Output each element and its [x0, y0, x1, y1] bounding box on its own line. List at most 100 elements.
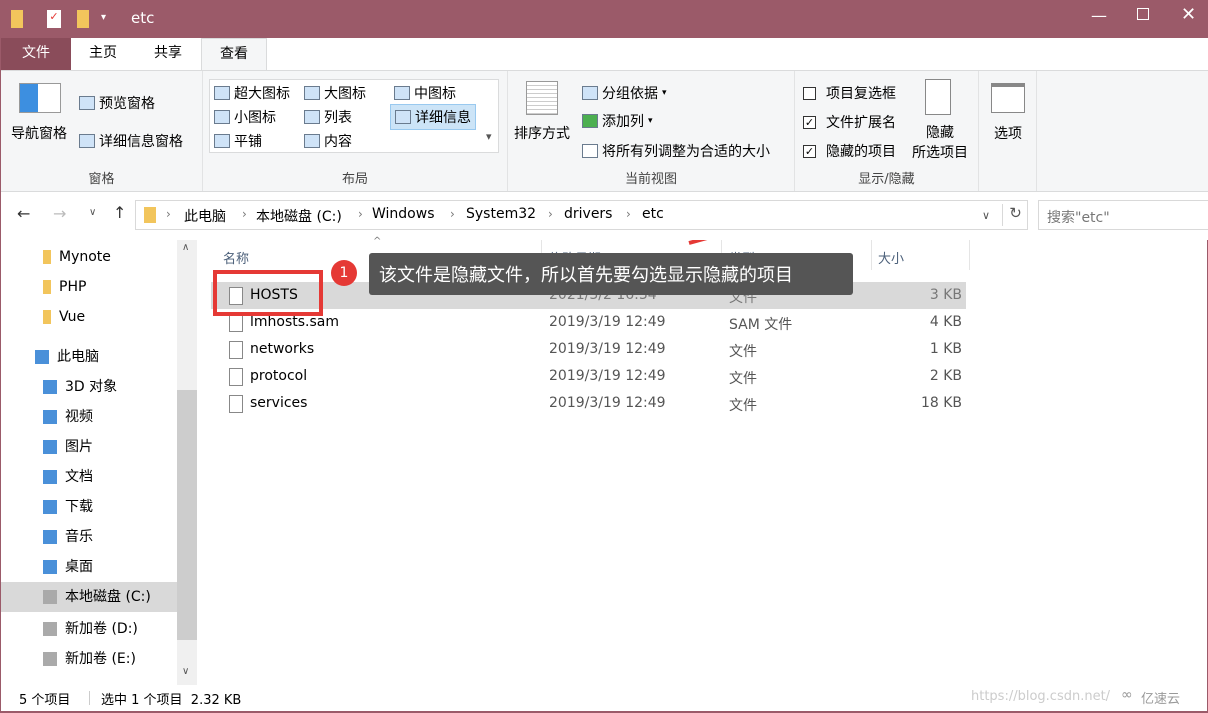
ribbon: 导航窗格 预览窗格 详细信息窗格 窗格 超大图标 大图标 中图标 小图标 列表 … [1, 70, 1208, 245]
folder-icon [144, 207, 156, 223]
layout-list[interactable]: 列表 [304, 107, 352, 127]
scroll-up-icon[interactable]: ∧ [182, 242, 189, 253]
file-row[interactable]: protocol 2019/3/19 12:49 文件 2 KB [211, 363, 966, 390]
tab-share[interactable]: 共享 [135, 38, 201, 70]
column-divider [871, 240, 872, 270]
sidebar-item[interactable]: 本地磁盘 (C:) [1, 582, 177, 612]
desktop-icon [43, 560, 57, 574]
content-icon [304, 134, 320, 148]
address-bar[interactable]: › 此电脑 › 本地磁盘 (C:) › Windows › System32 ›… [135, 200, 1028, 230]
options-button[interactable]: 选项 [979, 123, 1037, 143]
hidden-items-toggle[interactable]: ✓ 隐藏的项目 [803, 141, 896, 161]
sidebar-item[interactable]: 此电脑 [1, 342, 177, 372]
sidebar-item[interactable]: 图片 [1, 432, 177, 462]
gallery-more-icon[interactable]: ▾ [486, 130, 492, 143]
layout-small[interactable]: 小图标 [214, 107, 276, 127]
file-size: 2 KB [929, 368, 962, 384]
maximize-button[interactable] [1137, 8, 1149, 20]
sidebar-item[interactable]: 音乐 [1, 522, 177, 552]
sidebar-item-label: 3D 对象 [65, 379, 118, 395]
layout-content[interactable]: 内容 [304, 131, 352, 151]
column-header-size[interactable]: 大小 [878, 248, 904, 267]
file-row[interactable]: services 2019/3/19 12:49 文件 18 KB [211, 390, 966, 417]
checkbox-checked[interactable]: ✓ [803, 115, 816, 129]
preview-pane-button[interactable]: 预览窗格 [79, 93, 155, 113]
layout-label: 内容 [324, 134, 352, 150]
sidebar-item[interactable]: 3D 对象 [1, 372, 177, 402]
file-icon [229, 341, 243, 359]
new-folder-icon[interactable] [77, 10, 89, 28]
sidebar-item[interactable]: 新加卷 (E:) [1, 644, 177, 674]
highlight-box [213, 270, 323, 316]
crumb-drivers[interactable]: drivers [564, 206, 612, 222]
sidebar-item[interactable]: 文档 [1, 462, 177, 492]
file-extensions-toggle[interactable]: ✓ 文件扩展名 [803, 112, 896, 132]
tab-file[interactable]: 文件 [1, 38, 71, 70]
chevron-right-icon: › [450, 207, 455, 221]
navigation-pane-button[interactable]: 导航窗格 [11, 123, 67, 143]
minimize-button[interactable]: — [1091, 6, 1107, 25]
sidebar-scrollbar[interactable]: ∧ ∨ [177, 240, 197, 685]
computer-icon [35, 350, 49, 364]
crumb-windows[interactable]: Windows [372, 206, 435, 222]
crumb-this-pc[interactable]: 此电脑 [184, 206, 226, 226]
sidebar-item-label: 新加卷 (D:) [65, 621, 138, 637]
divider [89, 691, 90, 705]
add-column-button[interactable]: 添加列 ▾ [582, 111, 653, 131]
layout-medium[interactable]: 中图标 [394, 83, 456, 103]
preview-pane-label: 预览窗格 [99, 96, 155, 112]
up-button[interactable]: ↑ [113, 203, 126, 222]
scroll-thumb[interactable] [177, 390, 197, 640]
group-by-label: 分组依据 [602, 86, 658, 102]
hide-selected-button[interactable]: 隐藏 所选项目 [905, 123, 975, 163]
extra-large-icons-icon [214, 86, 230, 100]
checkbox[interactable] [803, 86, 816, 100]
file-icon [229, 395, 243, 413]
item-checkboxes-toggle[interactable]: 项目复选框 [803, 83, 896, 103]
small-icons-icon [214, 110, 230, 124]
refresh-button[interactable]: ↻ [1002, 204, 1028, 226]
customize-dropdown-icon[interactable]: ▾ [101, 12, 106, 23]
layout-extra-large[interactable]: 超大图标 [214, 83, 290, 103]
details-pane-button[interactable]: 详细信息窗格 [79, 131, 183, 151]
group-options: 选项 [979, 71, 1037, 191]
back-button[interactable]: ← [17, 204, 30, 223]
sidebar-item[interactable]: Mynote [1, 242, 177, 272]
address-dropdown-icon[interactable]: ∨ [982, 209, 990, 222]
file-date: 2019/3/19 12:49 [549, 368, 666, 384]
navigation-pane-icon [19, 83, 61, 113]
group-by-button[interactable]: 分组依据 ▾ [582, 83, 667, 103]
file-row[interactable]: networks 2019/3/19 12:49 文件 1 KB [211, 336, 966, 363]
recent-dropdown-icon[interactable]: ∨ [89, 207, 96, 218]
layout-tiles[interactable]: 平铺 [214, 131, 262, 151]
sidebar-item-label: 音乐 [65, 529, 93, 545]
add-column-icon [582, 114, 598, 128]
close-button[interactable]: ✕ [1181, 4, 1196, 25]
sidebar-item[interactable]: PHP [1, 272, 177, 302]
chevron-right-icon: › [166, 207, 171, 221]
sort-by-button[interactable]: 排序方式 [514, 123, 570, 143]
layout-details[interactable]: 详细信息 [390, 104, 476, 130]
tab-home[interactable]: 主页 [71, 38, 135, 70]
sidebar-item[interactable]: Vue [1, 302, 177, 332]
sidebar-item[interactable]: 新加卷 (D:) [1, 614, 177, 644]
scroll-down-icon[interactable]: ∨ [182, 666, 189, 677]
properties-icon[interactable]: ✓ [47, 10, 61, 28]
watermark-logo-icon: ∞ [1121, 687, 1133, 703]
sidebar-item[interactable]: 下载 [1, 492, 177, 522]
sidebar-item[interactable]: 桌面 [1, 552, 177, 582]
file-row[interactable]: lmhosts.sam 2019/3/19 12:49 SAM 文件 4 KB [211, 309, 966, 336]
column-header-name[interactable]: 名称 [223, 248, 249, 267]
forward-button[interactable]: → [53, 204, 66, 223]
crumb-etc[interactable]: etc [642, 206, 664, 222]
sidebar-item[interactable]: 视频 [1, 402, 177, 432]
folder-icon [43, 280, 51, 294]
crumb-c-drive[interactable]: 本地磁盘 (C:) [256, 206, 342, 226]
layout-large[interactable]: 大图标 [304, 83, 366, 103]
tab-view[interactable]: 查看 [201, 38, 267, 71]
crumb-system32[interactable]: System32 [466, 206, 536, 222]
sidebar-item-label: 此电脑 [57, 349, 99, 365]
search-input[interactable]: 搜索"etc" [1038, 200, 1208, 230]
layout-label: 中图标 [414, 86, 456, 102]
navigation-pane-label: 导航窗格 [11, 126, 67, 142]
